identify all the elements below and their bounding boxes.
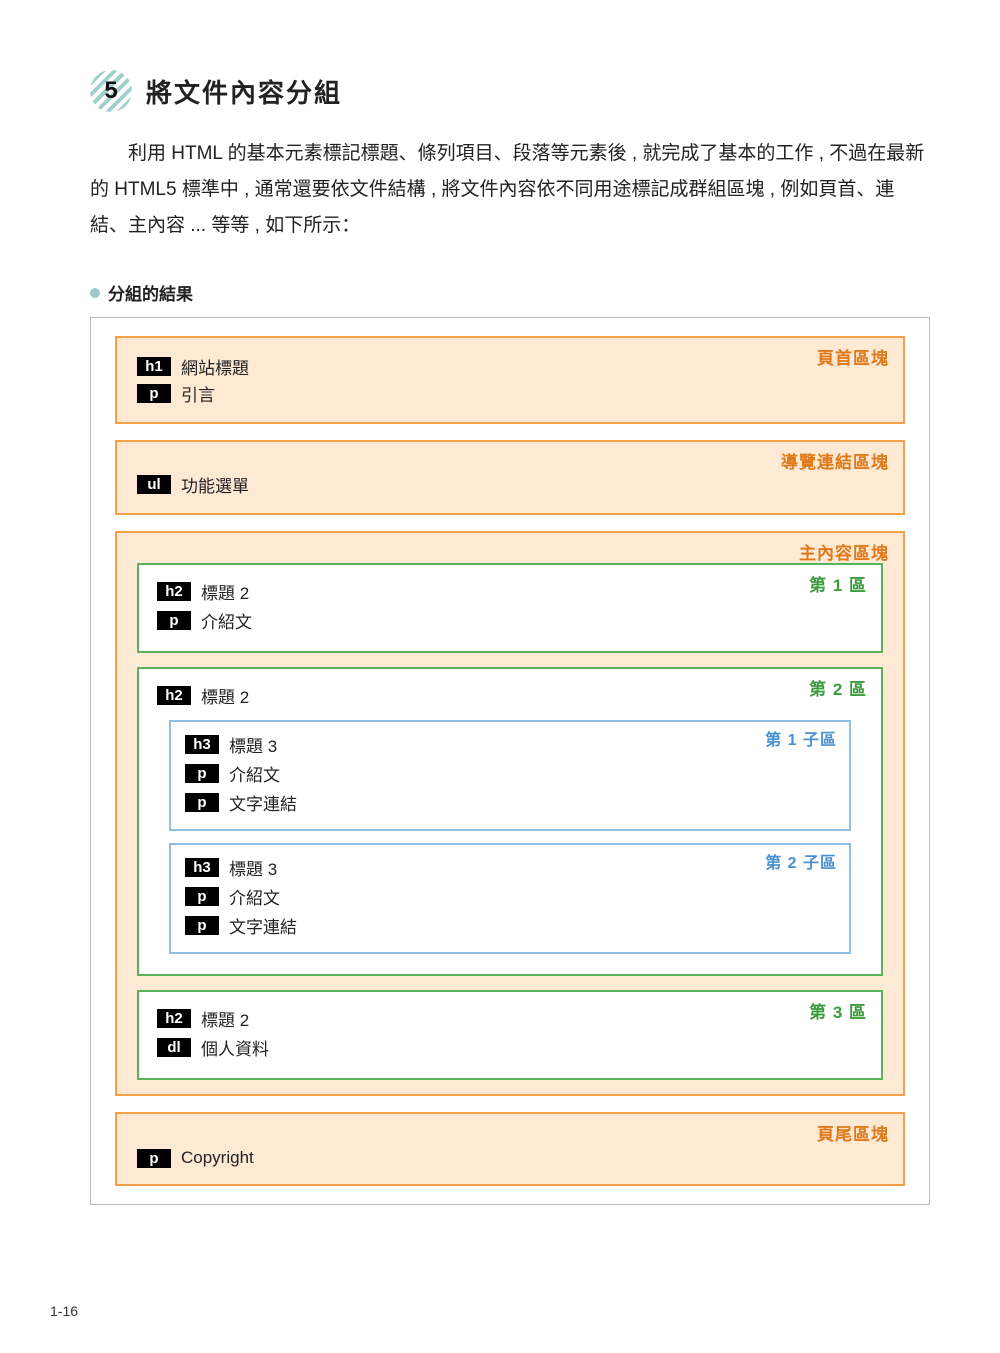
tag-text: 介紹文 <box>201 608 252 633</box>
tag-row: p 介紹文 <box>157 608 863 633</box>
header-block: 頁首區塊 h1 網站標題 p 引言 <box>115 336 905 424</box>
section-3-label: 第 3 區 <box>809 998 867 1023</box>
section-block-2: 第 2 區 h2 標題 2 第 1 子區 h3 標題 3 p 介紹文 p 文字連… <box>137 667 883 976</box>
tag-row: h2 標題 2 <box>157 1006 863 1031</box>
section-block-1: 第 1 區 h2 標題 2 p 介紹文 <box>137 563 883 653</box>
tag-p: p <box>185 887 219 906</box>
tag-p: p <box>185 793 219 812</box>
tag-row: h3 標題 3 <box>185 732 835 757</box>
diagram-container: 頁首區塊 h1 網站標題 p 引言 導覽連結區塊 ul 功能選單 主內容區塊 第… <box>90 317 930 1205</box>
tag-text: 標題 3 <box>229 732 277 757</box>
page-number: 1-16 <box>50 1303 78 1319</box>
intro-paragraph: 利用 HTML 的基本元素標記標題、條列項目、段落等元素後 , 就完成了基本的工… <box>90 136 930 244</box>
tag-h3: h3 <box>185 858 219 877</box>
tag-ul: ul <box>137 475 171 494</box>
tag-row: h2 標題 2 <box>157 683 863 708</box>
tag-text: 介紹文 <box>229 884 280 909</box>
tag-h1: h1 <box>137 357 171 376</box>
section-number: 5 <box>104 77 117 105</box>
section-heading: 5 將文件內容分組 <box>90 70 930 112</box>
tag-text: 網站標題 <box>181 354 249 379</box>
tag-h2: h2 <box>157 582 191 601</box>
tag-p: p <box>185 764 219 783</box>
main-block-label: 主內容區塊 <box>799 539 889 564</box>
sub-block-1: 第 1 子區 h3 標題 3 p 介紹文 p 文字連結 <box>169 720 851 831</box>
section-2-label: 第 2 區 <box>809 675 867 700</box>
tag-row: h3 標題 3 <box>185 855 835 880</box>
tag-dl: dl <box>157 1038 191 1057</box>
tag-row: h2 標題 2 <box>157 579 863 604</box>
tag-row: p 文字連結 <box>185 913 835 938</box>
tag-text: 個人資料 <box>201 1035 269 1060</box>
tag-h2: h2 <box>157 686 191 705</box>
section-number-badge: 5 <box>90 70 132 112</box>
tag-row: p 介紹文 <box>185 884 835 909</box>
sub-1-label: 第 1 子區 <box>765 726 837 750</box>
sub-block-2: 第 2 子區 h3 標題 3 p 介紹文 p 文字連結 <box>169 843 851 954</box>
sub-heading-text: 分組的結果 <box>108 280 193 305</box>
tag-text: 介紹文 <box>229 761 280 786</box>
tag-text: 引言 <box>181 381 215 406</box>
nav-block-label: 導覽連結區塊 <box>781 448 889 473</box>
tag-p: p <box>157 611 191 630</box>
section-block-3: 第 3 區 h2 標題 2 dl 個人資料 <box>137 990 883 1080</box>
tag-p: p <box>137 384 171 403</box>
tag-p: p <box>137 1149 171 1168</box>
tag-row: p 介紹文 <box>185 761 835 786</box>
tag-p: p <box>185 916 219 935</box>
footer-block: 頁尾區塊 p Copyright <box>115 1112 905 1186</box>
tag-text: 文字連結 <box>229 790 297 815</box>
main-block: 主內容區塊 第 1 區 h2 標題 2 p 介紹文 第 2 區 h2 標題 2 … <box>115 531 905 1096</box>
tag-text: 標題 3 <box>229 855 277 880</box>
tag-row: p 引言 <box>137 381 883 406</box>
tag-text: 文字連結 <box>229 913 297 938</box>
tag-row: p 文字連結 <box>185 790 835 815</box>
tag-h3: h3 <box>185 735 219 754</box>
section-title: 將文件內容分組 <box>146 73 342 110</box>
tag-text: 標題 2 <box>201 579 249 604</box>
tag-text: Copyright <box>181 1148 254 1168</box>
section-1-label: 第 1 區 <box>809 571 867 596</box>
tag-row: h1 網站標題 <box>137 354 883 379</box>
tag-row: ul 功能選單 <box>137 472 883 497</box>
header-block-label: 頁首區塊 <box>817 344 889 369</box>
nav-block: 導覽連結區塊 ul 功能選單 <box>115 440 905 515</box>
tag-text: 標題 2 <box>201 1006 249 1031</box>
sub-heading: 分組的結果 <box>90 280 930 305</box>
tag-text: 功能選單 <box>181 472 249 497</box>
tag-row: p Copyright <box>137 1148 883 1168</box>
sub-2-label: 第 2 子區 <box>765 849 837 873</box>
tag-text: 標題 2 <box>201 683 249 708</box>
tag-row: dl 個人資料 <box>157 1035 863 1060</box>
footer-block-label: 頁尾區塊 <box>817 1120 889 1145</box>
tag-h2: h2 <box>157 1009 191 1028</box>
